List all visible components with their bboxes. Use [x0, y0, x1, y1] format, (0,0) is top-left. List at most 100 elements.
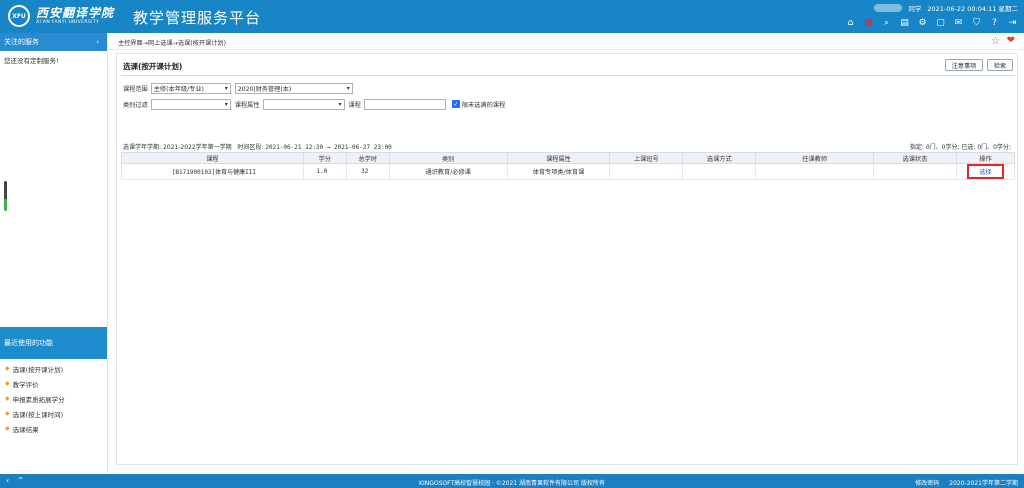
heart-icon[interactable]: ❤	[1007, 35, 1015, 46]
footer-right: 修改密码 2020-2021学年第二学期	[915, 478, 1018, 487]
course-input[interactable]	[363, 98, 446, 110]
diamond-bullet-icon: ◆	[5, 425, 10, 432]
shirt-icon[interactable]: ⛉	[971, 17, 982, 28]
category-cell: 通识教育/必修课	[388, 163, 508, 180]
major-select-value: 2020|财务管理(本)	[237, 85, 292, 93]
logout-icon[interactable]: ⇥	[1007, 17, 1018, 28]
diamond-bullet-icon: ◆	[5, 410, 10, 417]
scope-select[interactable]: 主修(本年级/专业) ▾	[150, 82, 231, 94]
scope-select-value: 主修(本年级/专业)	[153, 85, 204, 93]
help-icon[interactable]: ?	[989, 17, 1000, 28]
course-label: 课程	[348, 101, 361, 109]
method-cell	[682, 163, 757, 180]
major-select[interactable]: 2020|财务管理(本) ▾	[234, 82, 353, 94]
select-course-button[interactable]: 选择	[967, 164, 1004, 179]
recent-item-label: 选课(按开课计划)	[12, 365, 64, 374]
main-content: 主控界面→网上选课→选课(按开课计划) ☆ ❤ 选课(按开课计划) 注意事项 检…	[110, 33, 1024, 473]
recent-item-label: 选课结果	[12, 425, 39, 434]
action-cell: 选择	[955, 163, 1016, 180]
school-name: 西安翻译学院 XI'AN FANYI UNIVERSITY	[36, 5, 115, 26]
status-cell	[873, 163, 957, 180]
apps-icon[interactable]: ▦	[863, 17, 874, 28]
recent-item-label: 选课(按上课时间)	[12, 410, 64, 419]
recent-item-label: 教学评价	[12, 380, 39, 389]
school-seal-icon: XFU	[8, 5, 30, 27]
recent-item[interactable]: ◆ 选课(按开课计划)	[0, 361, 107, 376]
breadcrumb: 主控界面→网上选课→选课(按开课计划)	[118, 40, 227, 47]
platform-title: 教学管理服务平台	[133, 9, 262, 27]
col-attr: 课程属性	[506, 152, 611, 164]
category-select[interactable]: ▾	[150, 98, 231, 110]
recent-functions-header: 最近使用的功能	[0, 327, 107, 359]
quota-info: 指定: 0门、0学分; 已选: 0门、0学分;	[909, 144, 1011, 151]
recent-item[interactable]: ◆ 选课(按上课时间)	[0, 406, 107, 421]
col-hours: 总学时	[345, 152, 390, 164]
settings-icon[interactable]: ⚙	[917, 17, 928, 28]
col-category: 类别	[388, 152, 508, 164]
current-datetime: 2021-06-22 00:04:11 星期二	[927, 5, 1018, 13]
star-icon[interactable]: ☆	[991, 36, 1000, 47]
attr-cell: 体育专项类/体育课	[506, 163, 611, 180]
course-link[interactable]: [B171900103]体育与健康III	[121, 163, 304, 180]
notice-button[interactable]: 注意事项	[945, 59, 983, 71]
table-row: [B171900103]体育与健康III 1.0 32 通识教育/必修课 体育专…	[121, 163, 1016, 180]
credit-cell: 1.0	[302, 163, 347, 180]
page-title: 选课(按开课计划)	[123, 62, 183, 71]
teacher-cell	[755, 163, 875, 180]
col-class-no: 上课班号	[609, 152, 684, 164]
recent-item[interactable]: ◆ 申报素质拓展学分	[0, 391, 107, 406]
search-button[interactable]: 检索	[987, 59, 1013, 71]
attr-label: 课程属性	[234, 101, 260, 109]
unselected-checkbox[interactable]: ✓	[451, 100, 460, 108]
col-method: 选课方式	[682, 152, 757, 164]
chevron-right-icon[interactable]: ›	[96, 38, 99, 46]
message-icon[interactable]: ✉	[953, 17, 964, 28]
table-header-row: 课程 学分 总学时 类别 课程属性 上课班号 选课方式 任课教师 选课状态 操作	[121, 152, 1016, 164]
course-selection-panel: 选课(按开课计划) 注意事项 检索 课程范围 主修(本年级/专业) ▾ 2020…	[116, 53, 1018, 465]
search-icon[interactable]: ⌕	[881, 17, 892, 28]
window-icon[interactable]: ▢	[935, 17, 946, 28]
semester-term: 2021-2022学年第一学期	[162, 144, 232, 151]
breadcrumb-bar: 主控界面→网上选课→选课(按开课计划) ☆ ❤	[110, 33, 1024, 50]
recent-item[interactable]: ◆ 教学评价	[0, 376, 107, 391]
footer-copyright: KINGOSOFT高校智慧校园 · ©2021 湖南青果软件有限公司 版权所有	[419, 480, 605, 487]
fav-services-title: 关注的服务	[4, 38, 39, 46]
change-password-link[interactable]: 修改密码	[915, 478, 939, 487]
top-header: XFU 西安翻译学院 XI'AN FANYI UNIVERSITY 教学管理服务…	[0, 0, 1024, 33]
fav-services-header[interactable]: 关注的服务 ›	[0, 33, 107, 51]
sidebar: 关注的服务 › 您还没有定制服务! 最近使用的功能 ◆ 选课(按开课计划) ◆ 教学…	[0, 33, 108, 473]
user-area: 同学 2021-06-22 00:04:11 星期二	[874, 3, 1018, 13]
col-teacher: 任课教师	[755, 152, 875, 164]
header-toolbar: ⌂ ▦ ⌕ ▤ ⚙ ▢ ✉ ⛉ ? ⇥	[845, 17, 1018, 28]
col-status: 选课状态	[873, 152, 957, 164]
period-value: 2021-06-21 12:30 → 2021-06-27 23:00	[265, 144, 392, 151]
current-term: 2020-2021学年第二学期	[949, 480, 1018, 487]
semester-label: 选课学年学期:	[123, 144, 162, 151]
home-icon[interactable]: ⌂	[845, 17, 856, 28]
sidebar-scroll-handle[interactable]	[4, 181, 7, 211]
scope-label: 课程范围	[123, 85, 148, 93]
user-role[interactable]: 同学	[908, 3, 921, 13]
col-course: 课程	[121, 152, 304, 164]
unselected-label: 限未选满的课程	[461, 101, 506, 109]
recent-functions-list: ◆ 选课(按开课计划) ◆ 教学评价 ◆ 申报素质拓展学分 ◆ 选课(按上课时间) ◆ 选…	[0, 361, 107, 436]
recent-item[interactable]: ◆ 选课结果	[0, 421, 107, 436]
col-credit: 学分	[302, 152, 347, 164]
semester-info: 选课学年学期: 2021-2022学年第一学期 时间区段: 2021-06-21…	[123, 142, 392, 151]
course-table: 课程 学分 总学时 类别 课程属性 上课班号 选课方式 任课教师 选课状态 操作…	[121, 152, 1016, 180]
school-name-cn: 西安翻译学院	[36, 5, 115, 20]
divider	[121, 75, 1015, 76]
chevron-down-icon: ▾	[338, 100, 342, 108]
chevron-down-icon: ▾	[346, 84, 350, 92]
attr-select[interactable]: ▾	[262, 98, 345, 110]
recent-item-label: 申报素质拓展学分	[12, 395, 65, 404]
class-no-cell	[609, 163, 684, 180]
diamond-bullet-icon: ◆	[5, 380, 10, 387]
period-label: 时间区段:	[237, 144, 264, 151]
chevron-down-icon: ▾	[224, 84, 228, 92]
hours-cell: 32	[345, 163, 390, 180]
filter-row-scope: 课程范围 主修(本年级/专业) ▾ 2020|财务管理(本) ▾	[123, 82, 357, 94]
filter-row-category: 类别过滤 ▾ 课程属性 ▾ 课程 ✓ 限未选满的课程	[123, 98, 508, 110]
school-logo[interactable]: XFU 西安翻译学院 XI'AN FANYI UNIVERSITY	[8, 3, 118, 29]
calendar-icon[interactable]: ▤	[899, 17, 910, 28]
